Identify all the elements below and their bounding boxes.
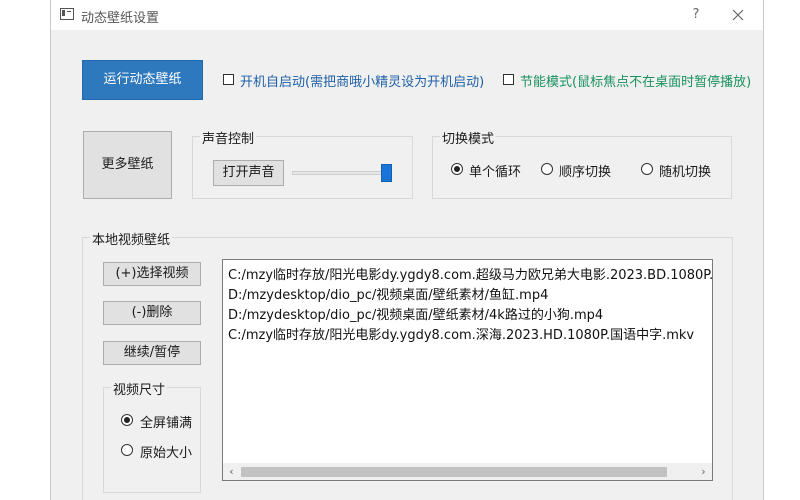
help-button[interactable]: ? (686, 5, 706, 25)
volume-slider-handle[interactable] (381, 164, 392, 182)
list-item[interactable]: D:/mzydesktop/dio_pc/视频桌面/壁纸素材/4k路过的小狗.m… (228, 304, 603, 323)
app-icon (60, 8, 74, 20)
scroll-right-icon[interactable]: › (695, 463, 712, 480)
radio-sequential[interactable] (541, 163, 553, 175)
radio-original-size[interactable] (121, 444, 133, 456)
pause-resume-button[interactable]: 继续/暂停 (103, 341, 201, 365)
video-size-title: 视频尺寸 (111, 379, 168, 398)
local-video-title: 本地视频壁纸 (90, 229, 173, 248)
power-saving-label: 节能模式(鼠标焦点不在桌面时暂停播放) (520, 75, 752, 90)
horizontal-scrollbar[interactable]: ‹ › (223, 463, 712, 480)
scroll-left-icon[interactable]: ‹ (223, 463, 240, 480)
close-icon (732, 9, 744, 21)
radio-single-loop[interactable] (451, 163, 463, 175)
scroll-thumb[interactable] (241, 467, 667, 477)
toggle-sound-button[interactable]: 打开声音 (213, 160, 284, 186)
list-item[interactable]: C:/mzy临时存放/阳光电影dy.ygdy8.com.超级马力欧兄弟大电影.2… (228, 264, 712, 283)
radio-fullscreen[interactable] (121, 414, 133, 426)
switch-mode-title: 切换模式 (440, 128, 497, 147)
close-button[interactable] (726, 3, 750, 27)
select-video-button[interactable]: (+)选择视频 (103, 262, 201, 286)
radio-original-size-label: 原始大小 (140, 446, 193, 461)
autostart-checkbox[interactable] (223, 74, 234, 85)
radio-fullscreen-label: 全屏铺满 (140, 416, 193, 431)
video-file-list[interactable]: C:/mzy临时存放/阳光电影dy.ygdy8.com.超级马力欧兄弟大电影.2… (222, 259, 713, 481)
window-title: 动态壁纸设置 (81, 11, 160, 26)
radio-single-loop-label: 单个循环 (469, 165, 522, 180)
radio-random-label: 随机切换 (659, 165, 712, 180)
autostart-label: 开机自启动(需把商哦小精灵设为开机启动) (240, 75, 485, 90)
radio-random[interactable] (641, 163, 653, 175)
delete-video-button[interactable]: (-)删除 (103, 301, 201, 325)
radio-sequential-label: 顺序切换 (559, 165, 612, 180)
desktop-background (764, 0, 800, 500)
power-saving-checkbox[interactable] (503, 74, 514, 85)
list-item[interactable]: D:/mzydesktop/dio_pc/视频桌面/壁纸素材/鱼缸.mp4 (228, 284, 548, 303)
more-wallpapers-button[interactable]: 更多壁纸 (83, 131, 172, 199)
video-size-group (103, 387, 201, 493)
title-bar: 动态壁纸设置 ? (51, 0, 763, 30)
run-wallpaper-button[interactable]: 运行动态壁纸 (82, 60, 203, 100)
sound-control-title: 声音控制 (200, 128, 257, 147)
settings-window: 动态壁纸设置 ? 运行动态壁纸 开机自启动(需把商哦小精灵设为开机启动) 节能模… (50, 0, 764, 500)
list-item[interactable]: C:/mzy临时存放/阳光电影dy.ygdy8.com.深海.2023.HD.1… (228, 324, 694, 343)
volume-slider-track[interactable] (292, 171, 390, 175)
